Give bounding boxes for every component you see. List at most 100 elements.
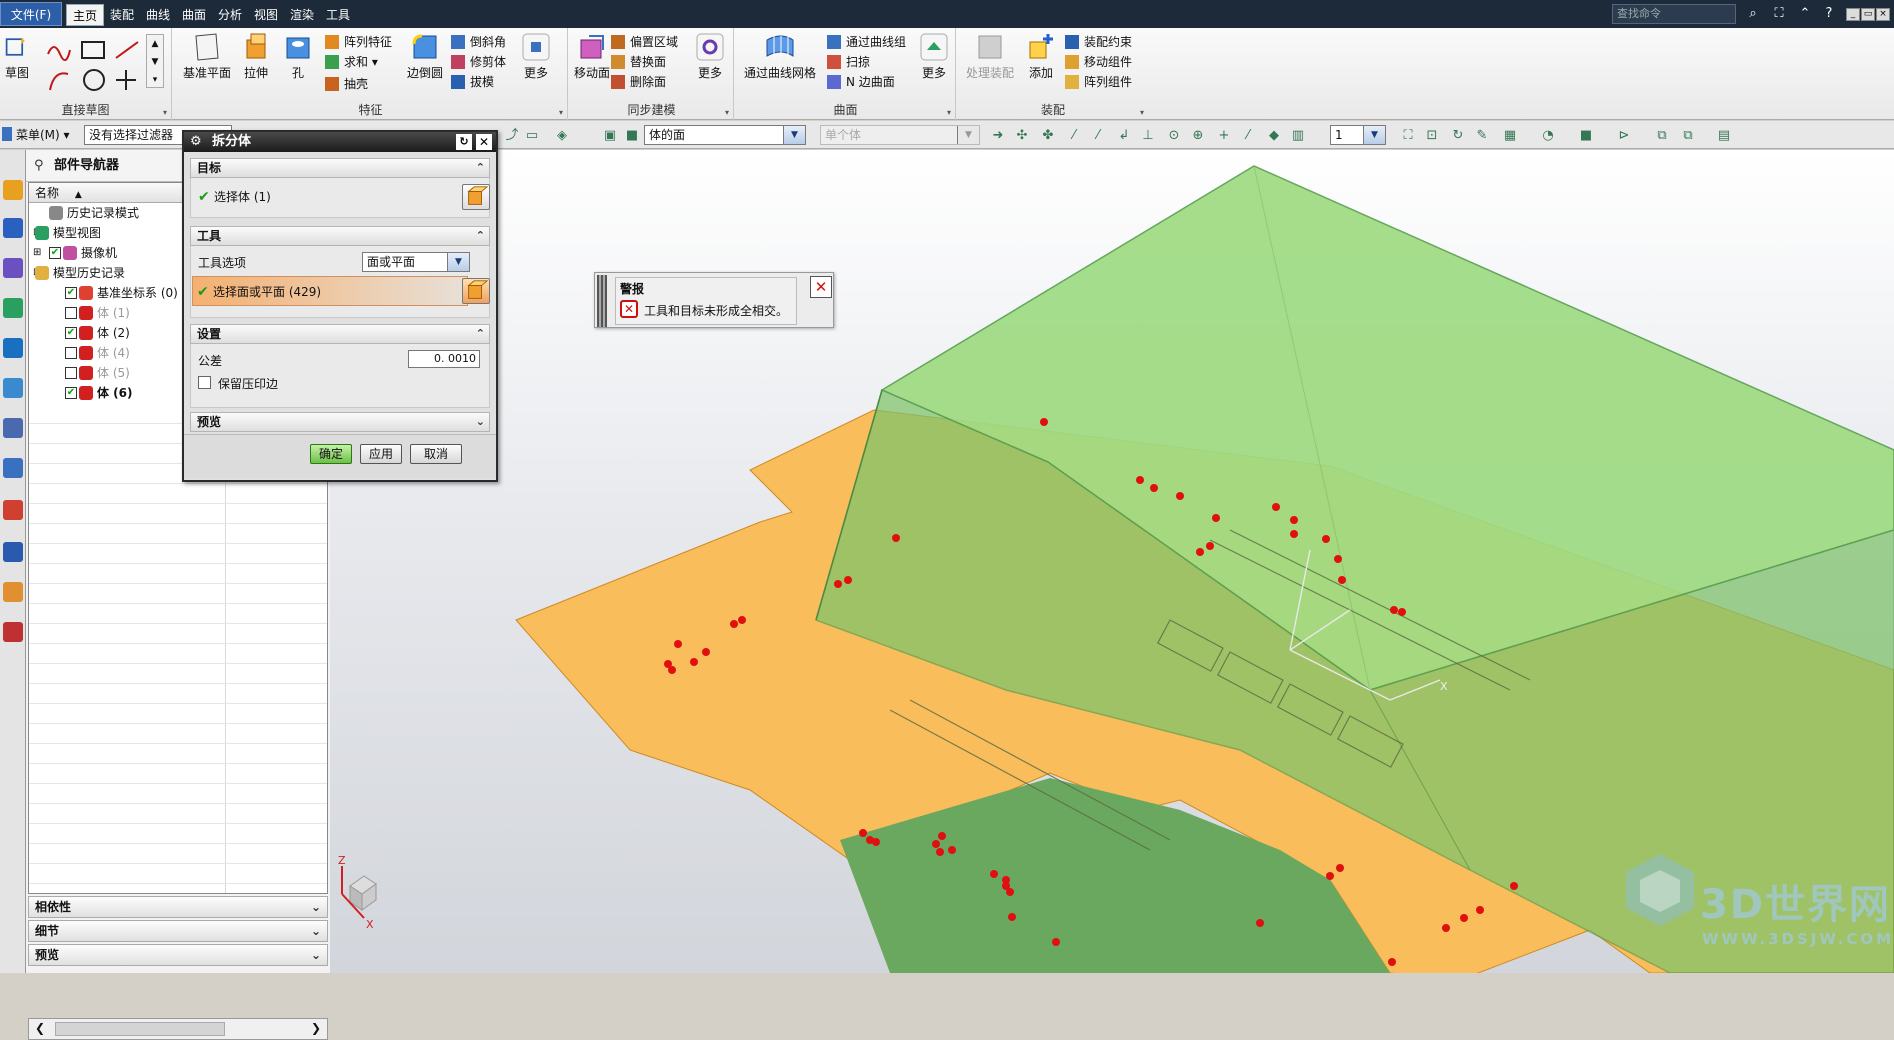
preview-section-header[interactable]: 预览 ⌄ [190, 412, 490, 432]
sketch-button[interactable]: 草图 [0, 32, 34, 98]
tab-render[interactable]: 渲染 [284, 4, 320, 26]
face-select-icon[interactable]: ◈ [554, 128, 570, 144]
snap-center-icon[interactable]: ✤ [1040, 128, 1056, 144]
feature-more-button[interactable]: 更多 [514, 32, 558, 98]
search-icon[interactable]: ⌕ [1744, 5, 1762, 23]
visibility-checkbox[interactable] [65, 367, 77, 379]
command-search-input[interactable]: 查找命令 [1612, 4, 1736, 24]
tab-curve[interactable]: 曲线 [140, 4, 176, 26]
system-scene-icon[interactable] [3, 500, 23, 520]
visibility-checkbox[interactable]: ✔ [49, 247, 61, 259]
horizontal-scrollbar[interactable]: ❮ ❯ [28, 1018, 328, 1040]
pattern-feature-button[interactable]: 阵列特征 [324, 32, 392, 52]
view-layout-icon[interactable]: ▦ [1502, 128, 1518, 144]
layer-dropdown[interactable]: 1 ▼ [1330, 125, 1386, 145]
visibility-checkbox[interactable] [65, 307, 77, 319]
shell-button[interactable]: 抽壳 [324, 74, 368, 94]
tab-view[interactable]: 视图 [248, 4, 284, 26]
offset-region-button[interactable]: 偏置区域 [610, 32, 678, 52]
sync-more-button[interactable]: 更多 [690, 32, 730, 98]
group-menu-icon[interactable]: ▾ [1140, 108, 1144, 117]
body-select-icon[interactable]: ▣ [602, 128, 618, 144]
tangent-snap-icon[interactable]: ↲ [1116, 128, 1132, 144]
orient-view-icon[interactable]: ■ [1578, 128, 1594, 144]
point-snap-icon[interactable]: + [1216, 128, 1232, 144]
through-curve-mesh-button[interactable]: 通过曲线网格 [740, 32, 820, 98]
curve-snap-icon[interactable]: ⁄ [1240, 128, 1256, 144]
close-dialog-icon[interactable]: ✕ [476, 134, 492, 150]
tolerance-input[interactable]: 0. 0010 [408, 350, 480, 368]
bounded-snap-icon[interactable]: ▥ [1290, 128, 1306, 144]
add-component-button[interactable]: 添加 [1024, 32, 1058, 98]
menu-button[interactable]: 菜单(M) ▾ [2, 125, 70, 145]
trim-body-button[interactable]: 修剪体 [450, 52, 506, 72]
draft-button[interactable]: 拔模 [450, 72, 494, 92]
snap-grid-icon[interactable]: ✣ [1014, 128, 1030, 144]
intersection-snap-icon[interactable]: ⊥ [1140, 128, 1156, 144]
process-assembly-button[interactable]: 处理装配 [962, 32, 1018, 98]
face-snap-icon[interactable]: ◆ [1266, 128, 1282, 144]
zoom-icon[interactable]: ⊡ [1424, 128, 1440, 144]
rotate-icon[interactable]: ↻ [1450, 128, 1466, 144]
scroll-left-icon[interactable]: ❮ [35, 1021, 45, 1035]
snap-icon[interactable]: ⤴ [504, 128, 520, 144]
select-rect-icon[interactable]: ▭ [524, 128, 540, 144]
scroll-right-icon[interactable]: ❯ [311, 1021, 321, 1035]
collapse-ribbon-icon[interactable]: ⌃ [1796, 5, 1814, 23]
midpoint-snap-icon[interactable]: ⁄ [1090, 128, 1106, 144]
close-window-button[interactable]: × [1876, 8, 1890, 21]
tab-tools[interactable]: 工具 [320, 4, 356, 26]
web-browser-icon[interactable] [3, 338, 23, 358]
fit-view-icon[interactable]: ⛶ [1400, 128, 1416, 144]
ok-button[interactable]: 确定 [310, 444, 352, 464]
render-style-icon[interactable]: ◔ [1540, 128, 1556, 144]
drag-handle[interactable] [597, 275, 607, 327]
settings-gear-icon[interactable]: ⚙ [190, 132, 202, 152]
select-face-or-plane-row[interactable]: ✔ 选择面或平面 (429) [192, 276, 468, 306]
reset-icon[interactable]: ↻ [456, 134, 472, 150]
body-rule-dropdown[interactable]: 单个体 ▼ [820, 125, 980, 145]
select-body-row[interactable]: ✔ 选择体 (1) [194, 182, 484, 212]
dependencies-panel[interactable]: 相依性 ⌄ [28, 896, 328, 918]
constraint-navigator-icon[interactable] [3, 218, 23, 238]
chamfer-button[interactable]: 倒斜角 [450, 32, 506, 52]
tab-analysis[interactable]: 分析 [212, 4, 248, 26]
restore-button[interactable]: ▭ [1861, 8, 1875, 21]
face-rule-dropdown[interactable]: 体的面 ▼ [644, 125, 806, 145]
pin-icon[interactable]: ⚲ [34, 150, 44, 182]
history-icon[interactable] [3, 378, 23, 398]
section-view-icon[interactable]: ⧉ [1654, 128, 1670, 144]
through-curves-button[interactable]: 通过曲线组 [826, 32, 906, 52]
palette-icon[interactable] [3, 542, 23, 562]
delete-face-button[interactable]: 删除面 [610, 72, 666, 92]
roles-icon[interactable] [3, 458, 23, 478]
group-menu-icon[interactable]: ▾ [559, 108, 563, 117]
edge-blend-button[interactable]: 边倒圆 [402, 32, 448, 98]
file-menu[interactable]: 文件(F) [0, 2, 62, 26]
visibility-checkbox[interactable] [65, 347, 77, 359]
expand-toggle-icon[interactable]: ⊞ [33, 243, 41, 263]
apply-button[interactable]: 应用 [360, 444, 402, 464]
solid-icon[interactable]: ■ [624, 128, 640, 144]
group-menu-icon[interactable]: ▾ [725, 108, 729, 117]
extrude-button[interactable]: 拉伸 [234, 32, 278, 98]
tab-home[interactable]: 主页 [66, 4, 105, 26]
circle-center-snap-icon[interactable]: ⊙ [1166, 128, 1182, 144]
n-sided-surface-button[interactable]: N 边曲面 [826, 72, 895, 92]
sketch-curve-tools-icon[interactable] [44, 36, 144, 96]
tutorials-icon[interactable] [3, 622, 23, 642]
reuse-library-icon[interactable] [3, 298, 23, 318]
datum-plane-button[interactable]: 基准平面 [180, 32, 234, 98]
measure-icon[interactable]: ▤ [1716, 128, 1732, 144]
pattern-component-button[interactable]: 阵列组件 [1064, 72, 1132, 92]
sweep-button[interactable]: 扫掠 [826, 52, 870, 72]
part-navigator-icon[interactable] [3, 258, 23, 278]
settings-section-header[interactable]: 设置 ⌃ [190, 324, 490, 344]
visibility-checkbox[interactable]: ✔ [65, 287, 77, 299]
preview-panel[interactable]: 预览 ⌄ [28, 944, 328, 966]
unite-button[interactable]: 求和 ▾ [324, 52, 378, 72]
move-face-button[interactable]: 移动面 [570, 32, 614, 98]
replace-face-button[interactable]: 替换面 [610, 52, 666, 72]
assembly-navigator-icon[interactable] [3, 180, 23, 200]
cancel-button[interactable]: 取消 [410, 444, 462, 464]
